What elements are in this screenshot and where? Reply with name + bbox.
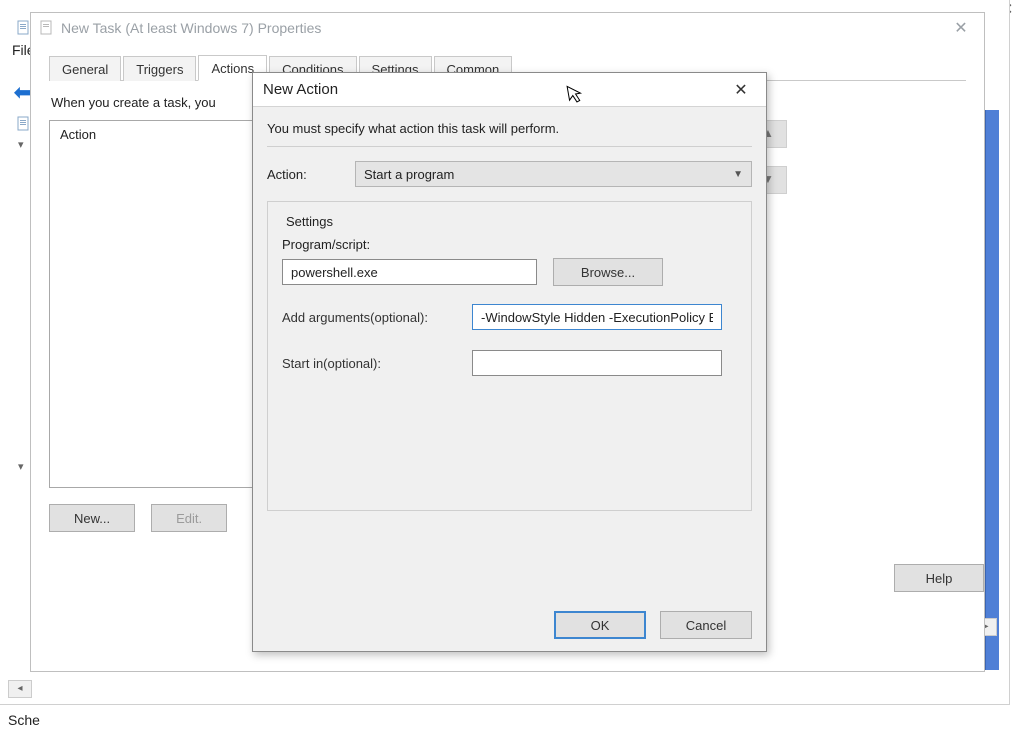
dialog-title: New Action [263,81,726,98]
scroll-left-button[interactable]: ◂ [8,680,32,698]
start-in-input[interactable] [472,350,722,376]
add-arguments-label: Add arguments(optional): [282,310,472,325]
actions-pane-strip [985,110,999,670]
help-button[interactable]: Help [894,564,984,592]
new-action-button[interactable]: New... [49,504,135,532]
instruction-text: You must specify what action this task w… [267,121,752,136]
back-arrow-icon[interactable]: ⬅ [14,80,31,105]
action-label: Action: [267,167,337,182]
program-script-label: Program/script: [282,237,737,252]
edit-action-button: Edit. [151,504,227,532]
browse-button[interactable]: Browse... [553,258,663,286]
program-script-input[interactable] [282,259,537,285]
settings-legend: Settings [282,214,337,229]
tab-general[interactable]: General [49,56,121,81]
add-arguments-input[interactable] [472,304,722,330]
dialog-title: New Task (At least Windows 7) Properties [61,20,946,36]
chevron-down-icon: ▼ [733,169,743,180]
cancel-button[interactable]: Cancel [660,611,752,639]
ok-button[interactable]: OK [554,611,646,639]
close-icon[interactable]: ✕ [726,80,756,100]
tab-triggers[interactable]: Triggers [123,56,196,81]
action-combobox-value: Start a program [364,167,454,182]
document-icon [39,20,55,36]
chevron-down-icon[interactable]: ▾ [18,138,24,151]
settings-group: Settings Program/script: Browse... Add a… [267,201,752,511]
start-in-label: Start in(optional): [282,356,472,371]
chevron-down-icon[interactable]: ▾ [18,460,24,473]
status-bar-text: Sche [8,712,40,728]
action-combobox[interactable]: Start a program ▼ [355,161,752,187]
close-icon[interactable]: ✕ [946,18,976,38]
new-action-dialog: New Action ✕ You must specify what actio… [252,72,767,652]
divider [267,146,752,147]
